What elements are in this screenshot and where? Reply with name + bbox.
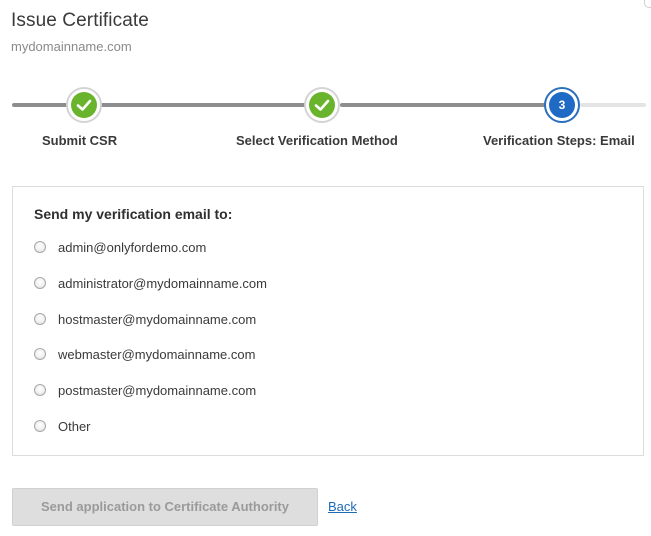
email-option-postmaster[interactable]: postmaster@mydomainname.com <box>34 380 256 400</box>
email-option-other[interactable]: Other <box>34 416 91 436</box>
step-label-select-verification-method: Select Verification Method <box>236 133 398 148</box>
stepper-track-complete <box>340 103 546 107</box>
radio-button[interactable] <box>34 277 46 289</box>
email-option-webmaster[interactable]: webmaster@mydomainname.com <box>34 344 255 364</box>
step-3-number: 3 <box>549 92 575 118</box>
email-option-admin[interactable]: admin@onlyfordemo.com <box>34 237 206 257</box>
page-title: Issue Certificate <box>11 10 149 31</box>
verification-email-panel: Send my verification email to: admin@onl… <box>12 186 644 456</box>
step-label-verification-steps-email: Verification Steps: Email <box>483 133 635 148</box>
radio-button[interactable] <box>34 241 46 253</box>
issue-certificate-page: Issue Certificate mydomainname.com 3 Sub… <box>0 0 651 536</box>
step-2-indicator <box>304 87 340 123</box>
email-option-label: webmaster@mydomainname.com <box>58 346 256 362</box>
progress-stepper: 3 Submit CSR Select Verification Method … <box>0 84 651 154</box>
step-label-submit-csr: Submit CSR <box>42 133 118 148</box>
check-icon <box>76 99 92 111</box>
step-3-indicator: 3 <box>544 87 580 123</box>
email-option-label: postmaster@mydomainname.com <box>58 382 257 398</box>
send-to-ca-button[interactable]: Send application to Certificate Authorit… <box>12 488 318 526</box>
radio-button[interactable] <box>34 313 46 325</box>
radio-button[interactable] <box>34 384 46 396</box>
email-option-label: hostmaster@mydomainname.com <box>58 311 257 327</box>
radio-button[interactable] <box>34 420 46 432</box>
email-option-label: Other <box>58 418 91 434</box>
domain-name: mydomainname.com <box>11 39 132 54</box>
radio-button[interactable] <box>34 348 46 360</box>
check-icon <box>314 99 330 111</box>
stepper-track-complete <box>12 103 312 107</box>
window-corner <box>644 0 651 8</box>
back-link[interactable]: Back <box>328 499 357 514</box>
email-option-label: administrator@mydomainname.com <box>58 275 267 291</box>
email-option-hostmaster[interactable]: hostmaster@mydomainname.com <box>34 309 256 329</box>
verification-email-heading: Send my verification email to: <box>34 206 233 222</box>
email-option-label: admin@onlyfordemo.com <box>58 239 207 255</box>
email-option-administrator[interactable]: administrator@mydomainname.com <box>34 273 267 293</box>
step-1-indicator <box>66 87 102 123</box>
stepper-track-remaining <box>580 103 646 107</box>
